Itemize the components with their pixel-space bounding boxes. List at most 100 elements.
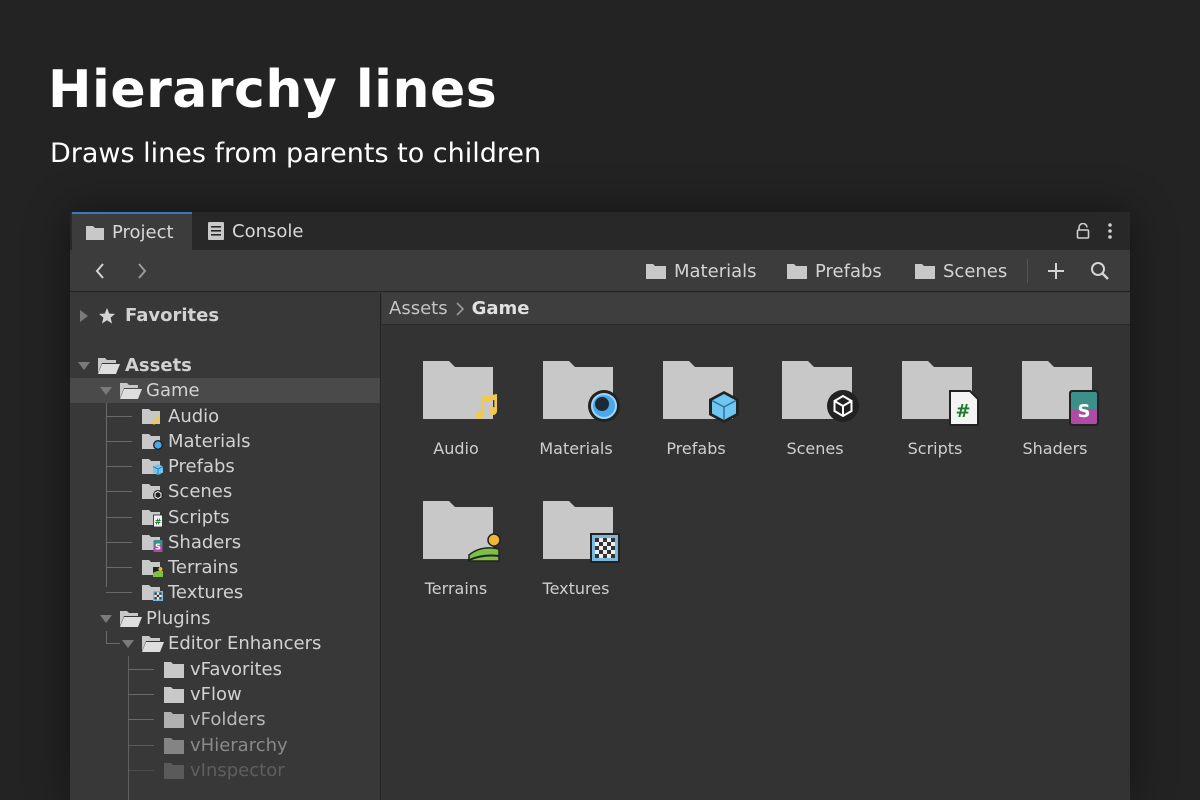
tree-item-shaders[interactable]: S Shaders <box>70 530 380 555</box>
hero-subtitle: Draws lines from parents to children <box>50 138 542 169</box>
tree-item-audio[interactable]: Audio <box>70 404 380 429</box>
asset-tile-label: Prefabs <box>666 439 726 458</box>
tree-item-label: Audio <box>168 406 220 427</box>
tree-item-materials[interactable]: Materials <box>70 429 380 454</box>
tree-item-editor-enhancers[interactable]: Editor Enhancers <box>70 631 380 656</box>
tree-item-game[interactable]: Game <box>70 378 380 403</box>
lock-icon[interactable] <box>1073 221 1093 241</box>
hierarchy-line <box>106 542 132 543</box>
chevron-right-icon[interactable] <box>131 260 153 282</box>
asset-tile-textures[interactable]: Textures <box>521 499 631 629</box>
tree-item-favorites[interactable]: Favorites <box>70 303 380 328</box>
hierarchy-line <box>128 770 154 771</box>
hierarchy-line <box>128 669 154 670</box>
tree-item-label: Favorites <box>125 305 220 326</box>
project-tree: Favorites Assets Game Audio Materials Pr… <box>70 293 381 800</box>
scenes-folder-icon <box>142 483 164 501</box>
asset-tile-audio[interactable]: Audio <box>401 359 511 489</box>
search-icon[interactable] <box>1089 260 1111 282</box>
material-sphere-icon <box>587 389 621 427</box>
tree-item-textures[interactable]: Textures <box>70 580 380 605</box>
hierarchy-line <box>106 466 132 467</box>
expand-arrow-icon[interactable] <box>78 309 90 322</box>
open-folder-icon <box>120 382 142 399</box>
collapse-arrow-icon[interactable] <box>122 638 134 650</box>
asset-tile-terrains[interactable]: Terrains <box>401 499 511 629</box>
asset-tile-scenes[interactable]: Scenes <box>760 359 870 489</box>
more-options-icon[interactable] <box>1100 221 1120 241</box>
chevron-left-icon[interactable] <box>89 260 111 282</box>
asset-tile-shaders[interactable]: S Shaders <box>1000 359 1110 489</box>
favorite-link-label: Materials <box>674 260 757 282</box>
favorite-link-scenes[interactable]: Scenes <box>915 250 1007 292</box>
svg-text:S: S <box>155 542 161 551</box>
plus-icon[interactable] <box>1045 260 1067 282</box>
tree-item-label: Scenes <box>168 481 233 502</box>
tree-item-label: Textures <box>168 582 244 603</box>
materials-folder-icon <box>142 433 164 451</box>
favorite-link-prefabs[interactable]: Prefabs <box>787 250 882 292</box>
open-folder-icon <box>120 610 142 627</box>
prefabs-folder-icon <box>142 458 164 476</box>
open-folder-icon <box>142 635 164 652</box>
scripts-folder-icon: # <box>142 509 164 527</box>
terrains-folder-icon <box>142 559 164 577</box>
terrain-icon <box>467 533 501 567</box>
open-folder-icon <box>98 357 120 374</box>
asset-tile-label: Audio <box>433 439 479 458</box>
asset-tile-label: Shaders <box>1022 439 1088 458</box>
tree-item-label: Game <box>146 380 200 401</box>
svg-text:S: S <box>1078 401 1091 422</box>
hierarchy-line <box>128 719 154 720</box>
hierarchy-line <box>106 592 132 593</box>
collapse-arrow-icon[interactable] <box>100 385 112 397</box>
tree-item-label: vFavorites <box>190 659 282 680</box>
tree-item-label: Editor Enhancers <box>168 633 322 654</box>
folder-icon <box>86 224 104 240</box>
tree-item-vfavorites[interactable]: vFavorites <box>70 657 380 682</box>
folder-icon <box>164 686 186 703</box>
tree-item-vflow[interactable]: vFlow <box>70 682 380 707</box>
toolbar-divider <box>1027 259 1028 283</box>
tree-item-vinspector[interactable]: vInspector <box>70 758 380 783</box>
hierarchy-line <box>106 517 132 518</box>
tab-bar: Project Console <box>70 212 1130 250</box>
asset-tile-label: Terrains <box>424 579 488 598</box>
asset-tile-label: Textures <box>542 579 610 598</box>
unity-scene-icon <box>826 389 860 427</box>
tree-item-assets[interactable]: Assets <box>70 353 380 378</box>
breadcrumb-item-game[interactable]: Game <box>472 298 530 319</box>
tree-item-vhierarchy[interactable]: vHierarchy <box>70 733 380 758</box>
collapse-arrow-icon[interactable] <box>78 360 90 372</box>
tree-item-vfolders[interactable]: vFolders <box>70 707 380 732</box>
tree-item-scenes[interactable]: Scenes <box>70 479 380 504</box>
tree-item-plugins[interactable]: Plugins <box>70 606 380 631</box>
svg-text:#: # <box>955 401 970 422</box>
project-window: Project Console Materials Prefabs Scenes… <box>70 212 1130 800</box>
tree-item-terrains[interactable]: Terrains <box>70 555 380 580</box>
favorite-link-materials[interactable]: Materials <box>646 250 757 292</box>
audio-folder-icon <box>142 408 164 426</box>
asset-tile-scripts[interactable]: # Scripts <box>880 359 990 489</box>
console-icon <box>208 222 224 240</box>
hierarchy-line <box>106 643 120 644</box>
tree-item-label: Plugins <box>146 608 211 629</box>
texture-checker-icon <box>589 532 621 568</box>
tab-project[interactable]: Project <box>72 212 192 250</box>
folder-icon <box>646 263 666 279</box>
folder-icon <box>164 711 186 728</box>
asset-tile-materials[interactable]: Materials <box>521 359 631 489</box>
breadcrumb: Assets Game <box>382 293 1130 325</box>
hero-title: Hierarchy lines <box>48 60 498 120</box>
tab-console[interactable]: Console <box>194 212 324 250</box>
tab-project-label: Project <box>112 221 174 243</box>
favorite-link-label: Prefabs <box>815 260 882 282</box>
tree-item-scripts[interactable]: # Scripts <box>70 505 380 530</box>
asset-tile-prefabs[interactable]: Prefabs <box>641 359 751 489</box>
collapse-arrow-icon[interactable] <box>100 613 112 625</box>
breadcrumb-item-assets[interactable]: Assets <box>389 298 448 319</box>
tree-item-label: Assets <box>125 355 192 376</box>
tree-item-prefabs[interactable]: Prefabs <box>70 454 380 479</box>
tree-item-label: Prefabs <box>168 456 235 477</box>
shader-icon: S <box>1068 389 1100 431</box>
